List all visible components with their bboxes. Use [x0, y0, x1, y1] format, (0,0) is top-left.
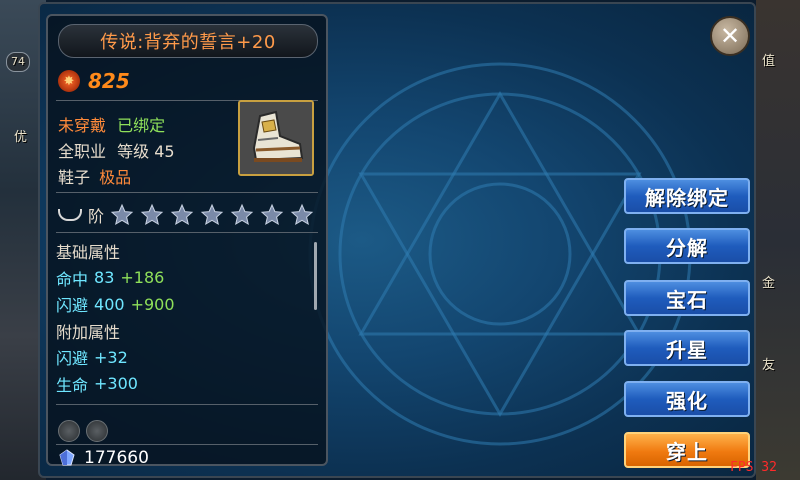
- star-icon: [230, 203, 254, 226]
- slot-label: 鞋子: [58, 168, 91, 187]
- equip-status: 未穿戴: [58, 116, 107, 135]
- star-icon: [290, 203, 314, 226]
- divider: [56, 444, 318, 445]
- close-button[interactable]: ✕: [710, 16, 750, 56]
- attr-name: 闪避: [56, 296, 89, 316]
- background-right-scene: [756, 0, 800, 480]
- attr-row: 生命 +300: [56, 371, 318, 398]
- star-rating: [110, 203, 314, 227]
- level-label: 等级: [117, 142, 150, 161]
- boot-icon: [240, 102, 312, 174]
- status-line: 未穿戴 已绑定: [58, 112, 165, 136]
- slot-quality-line: 鞋子 极品: [58, 164, 131, 188]
- attr-value: +32: [94, 347, 128, 367]
- gem-slot-icon[interactable]: [86, 420, 108, 442]
- fps-counter: FPS 32: [730, 460, 777, 475]
- left-side-label: 优: [14, 130, 28, 145]
- currency-row: 177660: [58, 448, 149, 468]
- attr-value: 83: [94, 268, 115, 288]
- decompose-button[interactable]: 分解: [624, 228, 750, 264]
- attr-bonus: +186: [120, 268, 165, 288]
- tier-row: 阶: [58, 202, 314, 228]
- attr-row: 命中 83 +186: [56, 265, 318, 292]
- level-value: 45: [154, 142, 175, 161]
- crystal-icon: [59, 449, 75, 466]
- quality-label: 极品: [99, 168, 132, 187]
- class-level-line: 全职业 等级 45: [58, 138, 175, 162]
- star-icon: [110, 203, 134, 226]
- gem-slot-icon[interactable]: [58, 420, 80, 442]
- attr-name: 生命: [56, 375, 89, 395]
- attr-value: 400: [94, 294, 125, 314]
- item-title: 传说:背弃的誓言+20: [58, 24, 318, 58]
- attr-section-base: 基础属性: [56, 243, 121, 263]
- star-up-button[interactable]: 升星: [624, 330, 750, 366]
- attr-name: 命中: [56, 269, 89, 289]
- power-row: ✸ 825: [58, 68, 130, 94]
- tier-icon: [58, 209, 82, 221]
- item-icon-boot[interactable]: [238, 100, 314, 176]
- power-value: 825: [88, 69, 130, 93]
- bind-status: 已绑定: [117, 116, 166, 135]
- right-side-label-1: 值: [762, 54, 776, 69]
- star-icon: [140, 203, 164, 226]
- power-icon: ✸: [58, 70, 80, 92]
- star-icon: [260, 203, 284, 226]
- divider: [56, 232, 318, 233]
- enhance-button[interactable]: 强化: [624, 381, 750, 417]
- class-text: 全职业: [58, 142, 107, 161]
- divider: [56, 192, 318, 193]
- attr-value: +300: [94, 374, 138, 394]
- attr-row: 闪避 +32: [56, 344, 318, 371]
- attr-section-extra: 附加属性: [56, 322, 121, 342]
- star-icon: [200, 203, 224, 226]
- attribute-list[interactable]: 基础属性 命中 83 +186 闪避 400 +900 附加属性 闪避 +32 …: [56, 238, 318, 398]
- right-side-label-2: 金: [762, 276, 776, 291]
- currency-value: 177660: [84, 448, 149, 468]
- tier-label: 阶: [88, 207, 105, 226]
- divider: [56, 404, 318, 405]
- item-info-card: 传说:背弃的誓言+20 ✸ 825 未穿戴 已绑定 全职业 等级 45 鞋子 极…: [46, 14, 328, 468]
- unbind-button[interactable]: 解除绑定: [624, 178, 750, 214]
- right-side-label-3: 友: [762, 358, 776, 373]
- left-level-badge: 74: [6, 52, 30, 72]
- attr-bonus: +900: [130, 294, 175, 314]
- attr-row: 闪避 400 +900: [56, 291, 318, 318]
- attribute-scrollbar[interactable]: [314, 242, 317, 310]
- close-icon: ✕: [719, 22, 741, 50]
- gem-button[interactable]: 宝石: [624, 280, 750, 316]
- attr-name: 闪避: [56, 349, 89, 369]
- star-icon: [170, 203, 194, 226]
